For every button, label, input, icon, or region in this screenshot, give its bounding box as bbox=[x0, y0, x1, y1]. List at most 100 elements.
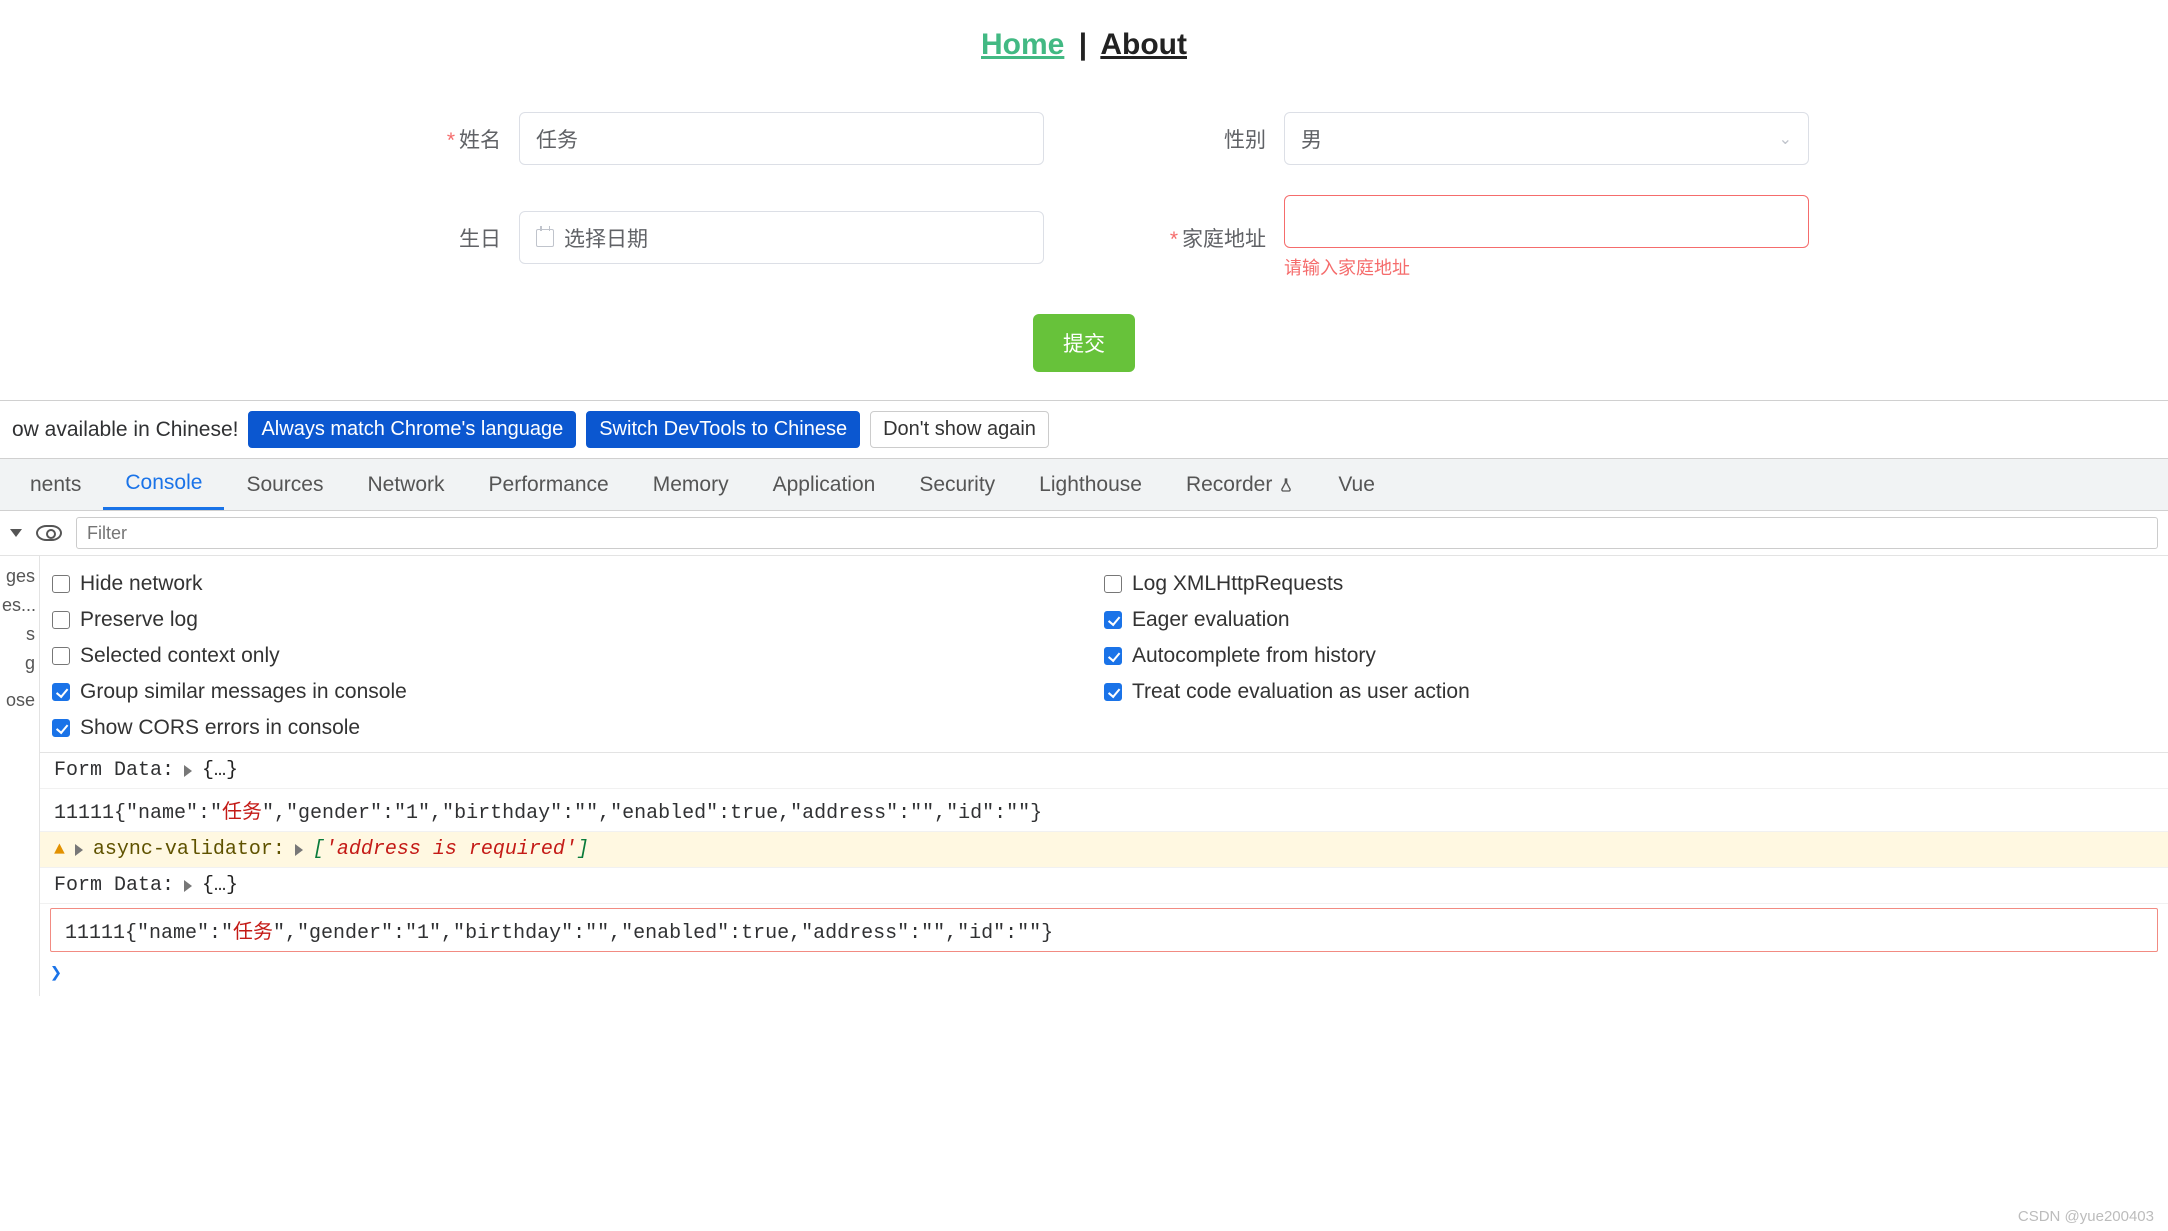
option-label: Selected context only bbox=[80, 644, 280, 668]
banner-dismiss-button[interactable]: Don't show again bbox=[870, 411, 1049, 448]
option-label: Hide network bbox=[80, 572, 203, 596]
console-option[interactable]: Treat code evaluation as user action bbox=[1104, 674, 2156, 710]
form-item-birthday: 生日 选择日期 bbox=[399, 195, 1044, 280]
console-sidebar[interactable]: ges es... s g ose bbox=[0, 556, 40, 996]
console-option[interactable]: Autocomplete from history bbox=[1104, 638, 2156, 674]
form: 姓名 性别 男 ⌄ 生日 选择日期 bbox=[399, 112, 1769, 372]
sidebar-item[interactable]: ges bbox=[0, 562, 37, 591]
checkbox[interactable] bbox=[1104, 611, 1122, 629]
log-object[interactable]: {…} bbox=[202, 759, 238, 782]
checkbox[interactable] bbox=[52, 719, 70, 737]
checkbox[interactable] bbox=[52, 647, 70, 665]
console-settings: Hide network Preserve log Selected context… bbox=[40, 556, 2168, 753]
expand-icon[interactable] bbox=[184, 880, 192, 892]
tab-recorder-label: Recorder bbox=[1186, 473, 1272, 497]
context-dropdown-icon[interactable] bbox=[10, 529, 22, 537]
option-label: Autocomplete from history bbox=[1132, 644, 1376, 668]
nav: Home | About bbox=[0, 28, 2168, 62]
chevron-down-icon: ⌄ bbox=[1779, 129, 1792, 149]
devtools-tabs: nents Console Sources Network Performanc… bbox=[0, 458, 2168, 511]
sidebar-item[interactable]: ose bbox=[0, 686, 37, 715]
log-label: Form Data: bbox=[54, 759, 174, 782]
birthday-datepicker[interactable]: 选择日期 bbox=[519, 211, 1044, 264]
option-label: Treat code evaluation as user action bbox=[1132, 680, 1470, 704]
expand-icon[interactable] bbox=[295, 844, 303, 856]
log-line-selected[interactable]: 11111{"name":"任务","gender":"1","birthday… bbox=[50, 908, 2158, 952]
checkbox[interactable] bbox=[52, 611, 70, 629]
sidebar-item[interactable]: s bbox=[0, 620, 37, 649]
console-option[interactable]: Group similar messages in console bbox=[52, 674, 1104, 710]
checkbox[interactable] bbox=[52, 683, 70, 701]
live-expression-icon[interactable] bbox=[36, 525, 62, 541]
address-input[interactable] bbox=[1284, 195, 1809, 248]
console-option[interactable]: Log XMLHttpRequests bbox=[1104, 566, 2156, 602]
sidebar-item[interactable]: g bbox=[0, 649, 37, 678]
log-object[interactable]: {…} bbox=[202, 874, 238, 897]
option-label: Group similar messages in console bbox=[80, 680, 407, 704]
tab-performance[interactable]: Performance bbox=[467, 461, 631, 509]
checkbox[interactable] bbox=[1104, 683, 1122, 701]
sidebar-item[interactable] bbox=[0, 678, 37, 686]
log-line: Form Data: {…} bbox=[40, 868, 2168, 904]
console-option[interactable]: Selected context only bbox=[52, 638, 1104, 674]
nav-home-link[interactable]: Home bbox=[981, 28, 1064, 61]
expand-icon[interactable] bbox=[75, 844, 83, 856]
tab-lighthouse[interactable]: Lighthouse bbox=[1017, 461, 1164, 509]
console-option[interactable]: Hide network bbox=[52, 566, 1104, 602]
flask-icon bbox=[1278, 477, 1294, 493]
console-filter-input[interactable] bbox=[76, 517, 2158, 549]
watermark: CSDN @yue200403 bbox=[2018, 1208, 2154, 1225]
option-label: Eager evaluation bbox=[1132, 608, 1290, 632]
gender-label: 性别 bbox=[1224, 129, 1266, 152]
console-prompt[interactable]: ❯ bbox=[40, 956, 2168, 996]
log-label: Form Data: bbox=[54, 874, 174, 897]
form-item-address: 家庭地址 请输入家庭地址 bbox=[1164, 195, 1809, 280]
gender-select[interactable]: 男 ⌄ bbox=[1284, 112, 1809, 165]
calendar-icon bbox=[536, 229, 554, 247]
warning-icon: ▲ bbox=[54, 840, 65, 860]
submit-button[interactable]: 提交 bbox=[1033, 314, 1135, 372]
tab-console[interactable]: Console bbox=[103, 459, 224, 510]
tab-network[interactable]: Network bbox=[345, 461, 466, 509]
name-label: 姓名 bbox=[447, 129, 501, 152]
option-label: Log XMLHttpRequests bbox=[1132, 572, 1343, 596]
tab-sources[interactable]: Sources bbox=[224, 461, 345, 509]
birthday-placeholder: 选择日期 bbox=[564, 223, 648, 253]
form-item-name: 姓名 bbox=[399, 112, 1044, 165]
tab-recorder[interactable]: Recorder bbox=[1164, 461, 1316, 509]
console-log: Form Data: {…} 11111{"name":"任务","gender… bbox=[40, 753, 2168, 996]
tab-memory[interactable]: Memory bbox=[631, 461, 751, 509]
log-source: async-validator: bbox=[93, 838, 285, 861]
console-option[interactable]: Preserve log bbox=[52, 602, 1104, 638]
banner-switch-button[interactable]: Switch DevTools to Chinese bbox=[586, 411, 860, 448]
checkbox[interactable] bbox=[1104, 575, 1122, 593]
console-option[interactable]: Show CORS errors in console bbox=[52, 710, 1104, 746]
birthday-label: 生日 bbox=[459, 228, 501, 251]
name-input[interactable] bbox=[519, 112, 1044, 165]
option-label: Preserve log bbox=[80, 608, 198, 632]
tab-vue[interactable]: Vue bbox=[1316, 461, 1397, 509]
tab-security[interactable]: Security bbox=[897, 461, 1017, 509]
nav-separator: | bbox=[1073, 28, 1093, 61]
log-line: Form Data: {…} bbox=[40, 753, 2168, 789]
devtools-language-banner: ow available in Chinese! Always match Ch… bbox=[0, 400, 2168, 458]
log-line-warning: ▲ async-validator: ['address is required… bbox=[40, 832, 2168, 868]
nav-about-link[interactable]: About bbox=[1100, 28, 1187, 61]
tab-elements[interactable]: nents bbox=[8, 461, 103, 509]
console-body: ges es... s g ose Hide network Preserve l… bbox=[0, 556, 2168, 996]
console-settings-right: Log XMLHttpRequests Eager evaluation Autoc… bbox=[1104, 566, 2156, 746]
checkbox[interactable] bbox=[1104, 647, 1122, 665]
log-array[interactable]: ['address is required'] bbox=[313, 838, 589, 861]
checkbox[interactable] bbox=[52, 575, 70, 593]
banner-message: ow available in Chinese! bbox=[12, 418, 238, 442]
app-page: Home | About 姓名 性别 男 ⌄ 生日 bbox=[0, 0, 2168, 372]
sidebar-item[interactable]: es... bbox=[0, 591, 37, 620]
expand-icon[interactable] bbox=[184, 765, 192, 777]
console-toolbar bbox=[0, 511, 2168, 556]
banner-always-match-button[interactable]: Always match Chrome's language bbox=[248, 411, 576, 448]
address-error: 请输入家庭地址 bbox=[1284, 254, 1809, 280]
console-option[interactable]: Eager evaluation bbox=[1104, 602, 2156, 638]
tab-application[interactable]: Application bbox=[751, 461, 898, 509]
log-text: 11111{"name":"任务","gender":"1","birthday… bbox=[54, 795, 1042, 825]
form-item-gender: 性别 男 ⌄ bbox=[1164, 112, 1809, 165]
